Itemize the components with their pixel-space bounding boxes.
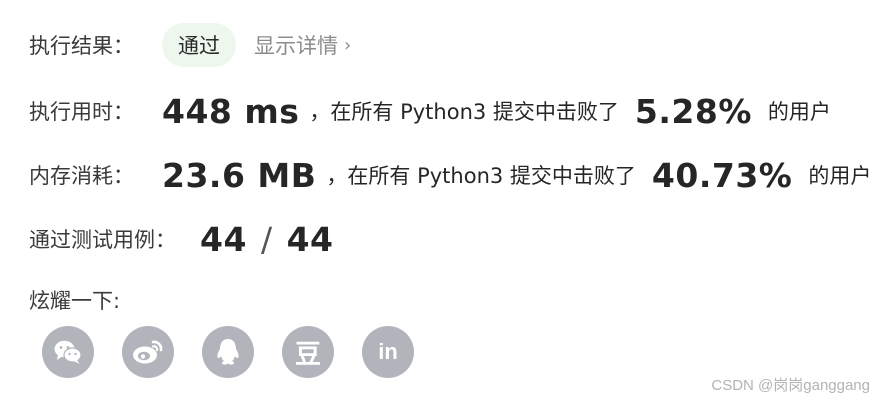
result-label: 执行结果： <box>29 34 134 58</box>
linkedin-glyph: in <box>378 339 398 364</box>
runtime-label: 执行用时： <box>29 100 134 124</box>
memory-beat-text: ，在所有 Python3 提交中击败了 <box>326 164 636 188</box>
chevron-right-icon: › <box>344 34 352 56</box>
share-label: 炫耀一下: <box>29 289 121 313</box>
testcases-passed: 44 <box>200 219 247 259</box>
testcases-row: 通过测试用例： 44 / 44 <box>29 216 334 262</box>
memory-label: 内存消耗： <box>29 164 134 188</box>
show-details-link[interactable]: 显示详情 › <box>254 30 351 60</box>
share-icons: 豆 in <box>42 326 442 378</box>
testcases-separator: / <box>260 219 273 259</box>
douban-glyph: 豆 <box>294 339 321 370</box>
runtime-row: 执行用时： 448 ms ，在所有 Python3 提交中击败了 5.28% 的… <box>29 88 831 134</box>
show-details-label: 显示详情 <box>254 34 338 58</box>
memory-percent: 40.73% <box>651 155 793 195</box>
douban-icon[interactable]: 豆 <box>282 326 334 378</box>
share-row: 炫耀一下: <box>29 284 120 316</box>
runtime-percent: 5.28% <box>634 91 752 131</box>
memory-value: 23.6 MB <box>162 155 317 195</box>
memory-suffix: 的用户 <box>808 164 872 188</box>
qq-icon[interactable] <box>202 326 254 378</box>
testcases-label: 通过测试用例： <box>29 228 176 252</box>
runtime-beat-text: ，在所有 Python3 提交中击败了 <box>309 100 619 124</box>
csdn-watermark: CSDN @岗岗ganggang <box>711 377 870 394</box>
wechat-icon[interactable] <box>42 326 94 378</box>
weibo-icon[interactable] <box>122 326 174 378</box>
status-badge: 通过 <box>162 23 236 67</box>
memory-row: 内存消耗： 23.6 MB ，在所有 Python3 提交中击败了 40.73%… <box>29 152 871 198</box>
runtime-value: 448 ms <box>162 91 300 131</box>
runtime-suffix: 的用户 <box>767 100 831 124</box>
testcases-total: 44 <box>286 219 334 259</box>
linkedin-icon[interactable]: in <box>362 326 414 378</box>
result-row: 执行结果： 通过 显示详情 › <box>29 22 351 68</box>
submission-result-panel: 执行结果： 通过 显示详情 › 执行用时： 448 ms ，在所有 Python… <box>0 0 886 406</box>
